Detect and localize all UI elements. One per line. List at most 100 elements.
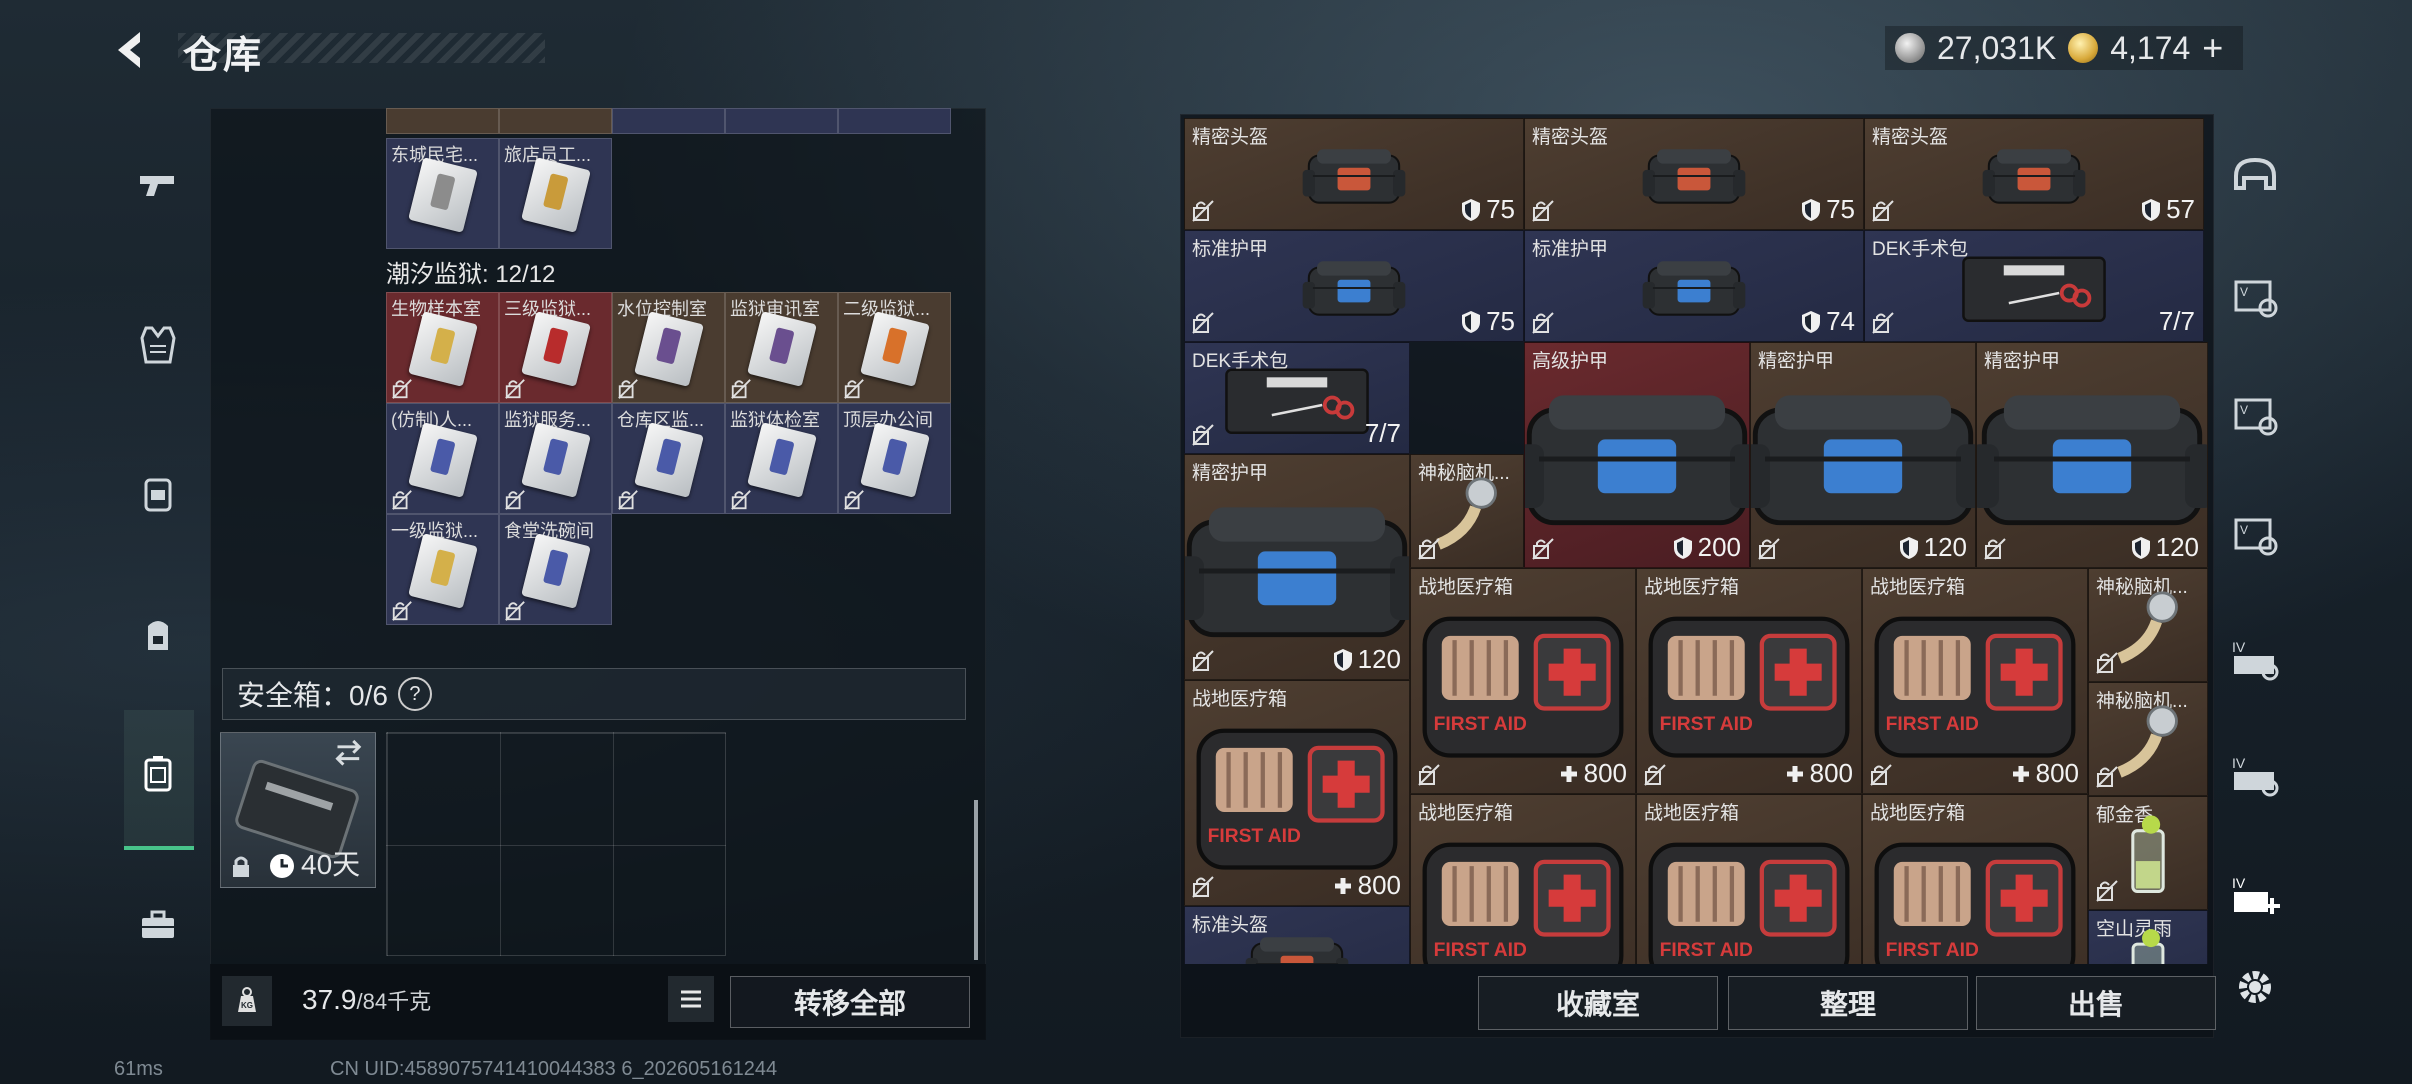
item-name: 战地医疗箱	[1192, 689, 1288, 710]
key-card-slot-partial[interactable]	[838, 108, 951, 134]
user-uid: CN UID:4589075741410044383 6_20260516124…	[330, 1058, 778, 1080]
no-lock-icon	[2096, 652, 2118, 674]
key-card-slot[interactable]: 旅店员工...	[499, 138, 612, 249]
key-card-slot[interactable]: 水位控制室	[612, 292, 725, 403]
collection-button[interactable]: 收藏室	[1478, 976, 1718, 1030]
stash-item-armor-big[interactable]: 精密护甲 120	[1750, 342, 1976, 568]
safe-box-help-icon[interactable]: ?	[397, 677, 432, 711]
key-card-slot-partial[interactable]	[612, 108, 725, 134]
key-card-slot[interactable]: 生物样本室	[386, 292, 499, 403]
stash-item-armor-big[interactable]: 高级护甲 200	[1524, 342, 1750, 568]
item-value-text: 75	[1826, 194, 1855, 224]
back-button[interactable]	[110, 28, 154, 72]
item-value: 120	[2131, 532, 2199, 563]
stash-filter-3[interactable]: V	[2228, 508, 2282, 562]
item-value-text: 57	[2166, 194, 2195, 224]
stash-item-brain[interactable]: 神秘脑机...	[1410, 454, 1524, 568]
durability-shield-icon	[1333, 648, 1352, 671]
stash-filter-4[interactable]: IV	[2228, 632, 2282, 686]
rail-weapons[interactable]	[122, 148, 194, 220]
key-card-slot[interactable]: 监狱体检室	[725, 403, 838, 514]
list-view-button[interactable]	[668, 976, 714, 1022]
stash-filter-1[interactable]: V	[2228, 270, 2282, 324]
rail-rig[interactable]	[122, 458, 194, 530]
rail-secure-case[interactable]	[122, 738, 194, 810]
item-value: 57	[2141, 194, 2195, 225]
add-currency-button[interactable]: +	[2202, 27, 2223, 69]
stash-item-armor-big[interactable]: 精密护甲 120	[1976, 342, 2208, 568]
key-card-slot[interactable]: 监狱服务...	[499, 403, 612, 514]
left-scrollbar[interactable]	[974, 800, 978, 960]
settings-button[interactable]	[2228, 960, 2282, 1014]
stash-item-medkit[interactable]: 战地医疗箱 FIRST AID 800	[1410, 568, 1636, 794]
stash-item-drink[interactable]: 郁金香	[2088, 796, 2208, 910]
key-card-slot[interactable]: 食堂洗碗间	[499, 514, 612, 625]
rail-backpack[interactable]	[122, 598, 194, 670]
key-card-icon	[408, 311, 478, 387]
no-lock-icon	[2096, 766, 2118, 788]
stash-item-helmet[interactable]: 精密头盔 75	[1524, 118, 1864, 230]
rail-armor[interactable]	[122, 308, 194, 380]
stash-item-armor[interactable]: 标准护甲 75	[1184, 230, 1524, 342]
key-card-slot[interactable]: 二级监狱...	[838, 292, 951, 403]
item-art-icon	[2131, 815, 2165, 894]
stash-filter-2[interactable]: V	[2228, 388, 2282, 442]
transfer-all-button[interactable]: 转移全部	[730, 976, 970, 1028]
stash-item-helmet[interactable]: 精密头盔 75	[1184, 118, 1524, 230]
prison-section-label: 潮汐监狱: 12/12	[386, 261, 556, 288]
key-card-slot[interactable]: 仓库区监...	[612, 403, 725, 514]
key-card-slot[interactable]: (仿制)人...	[386, 403, 499, 514]
stash-item-brain[interactable]: 神秘脑机...	[2088, 682, 2208, 796]
weight-readout: 37.9/84千克	[302, 984, 431, 1016]
stash-item-armor[interactable]: 标准护甲 74	[1524, 230, 1864, 342]
sell-button[interactable]: 出售	[1976, 976, 2216, 1030]
stash-filter-0[interactable]	[2228, 152, 2282, 206]
stash-item-drink[interactable]: 空山灵雨	[2088, 910, 2208, 964]
stash-item-surgery[interactable]: DEK手术包 7/7	[1184, 342, 1410, 454]
stash-item-surgery[interactable]: DEK手术包 7/7	[1864, 230, 2204, 342]
rail-toolbox[interactable]	[122, 888, 194, 960]
stash-item-medkit[interactable]: 战地医疗箱 FIRST AID 800	[1184, 680, 1410, 906]
key-card-slot[interactable]: 三级监狱...	[499, 292, 612, 403]
key-card-slot-partial[interactable]	[386, 108, 499, 134]
item-art-icon: FIRST AID	[1422, 843, 1624, 964]
no-lock-icon	[392, 379, 412, 399]
stash-filter-5[interactable]: IV	[2228, 748, 2282, 802]
page-title: 仓库	[183, 35, 264, 77]
item-value: 800	[1559, 758, 1627, 789]
item-art-icon	[1751, 395, 1975, 526]
key-card-slot[interactable]: 顶层办公间	[838, 403, 951, 514]
stash-item-medkit[interactable]: 战地医疗箱 FIRST AID 800	[1862, 568, 2088, 794]
key-card-slot-partial[interactable]	[725, 108, 838, 134]
item-art-icon	[1642, 149, 1746, 204]
secure-case-slot[interactable]: 40天	[220, 732, 376, 888]
item-art-icon	[1302, 261, 1406, 316]
stash-item-helmet[interactable]: 标准头盔	[1184, 906, 1410, 964]
key-card-slot[interactable]: 东城民宅...	[386, 138, 499, 249]
stash-item-medkit[interactable]: 战地医疗箱 FIRST AID	[1636, 794, 1862, 964]
item-name: DEK手术包	[1872, 239, 1969, 260]
heal-plus-icon	[1786, 765, 1803, 782]
stash-item-helmet[interactable]: 精密头盔 57	[1864, 118, 2204, 230]
stash-item-brain[interactable]: 神秘脑机...	[2088, 568, 2208, 682]
stash-item-medkit[interactable]: 战地医疗箱 FIRST AID	[1862, 794, 2088, 964]
medkit-level-icon: IV	[2232, 755, 2279, 797]
key-card-slot[interactable]: 监狱审讯室	[725, 292, 838, 403]
organize-button[interactable]: 整理	[1728, 976, 1968, 1030]
key-card-icon	[634, 422, 704, 498]
item-art-icon: FIRST AID	[1874, 843, 2076, 964]
stash-item-armor-big[interactable]: 精密护甲 120	[1184, 454, 1410, 680]
key-card-slot[interactable]: 一级监狱...	[386, 514, 499, 625]
item-art-icon	[1185, 507, 1409, 638]
stash-item-medkit[interactable]: 战地医疗箱 FIRST AID	[1410, 794, 1636, 964]
item-value: 800	[1333, 870, 1401, 901]
key-card-slot-partial[interactable]	[499, 108, 612, 134]
no-lock-icon	[1532, 312, 1554, 334]
stash-filter-6[interactable]: IV	[2228, 868, 2282, 922]
stash-item-medkit[interactable]: 战地医疗箱 FIRST AID 800	[1636, 568, 1862, 794]
item-value: 75	[1461, 306, 1515, 337]
item-value-text: 120	[1357, 644, 1401, 674]
item-art-icon	[1525, 395, 1749, 526]
secure-case-grid[interactable]	[386, 732, 726, 956]
item-art-icon	[1982, 149, 2086, 204]
